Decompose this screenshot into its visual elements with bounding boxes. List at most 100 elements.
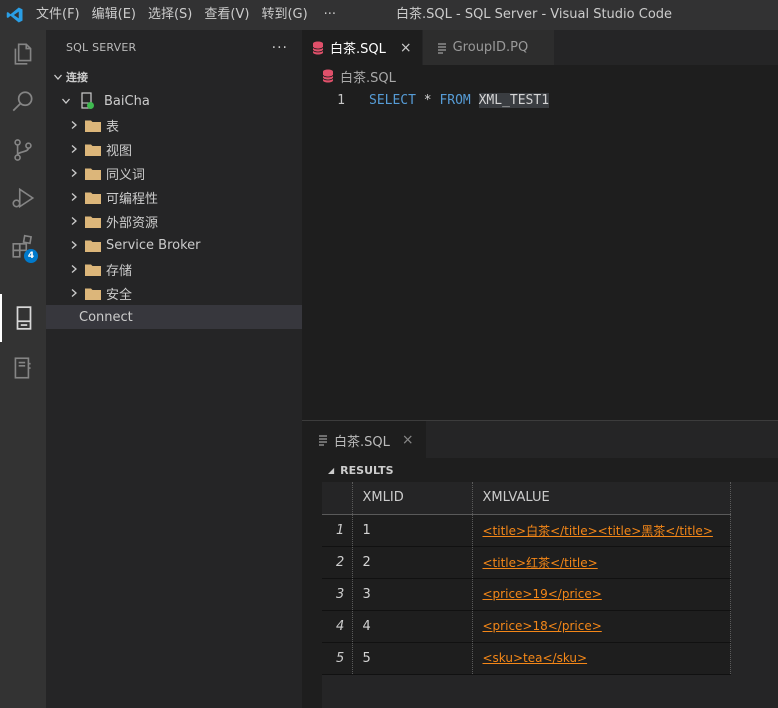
close-results-button[interactable]: ×	[402, 432, 414, 448]
activity-bar: 4	[0, 30, 46, 708]
folder-item[interactable]: 视图	[46, 137, 302, 161]
folder-label: 可编程性	[106, 191, 159, 207]
menu-file[interactable]: 文件(F)	[30, 0, 86, 30]
folder-icon	[85, 264, 101, 276]
collapse-triangle-icon: ◢	[328, 465, 335, 475]
code-line[interactable]: 1 SELECT * FROM XML_TEST1	[302, 89, 778, 111]
run-debug-icon	[12, 187, 35, 209]
sql-server-button[interactable]	[0, 294, 46, 342]
source-control-icon	[14, 139, 32, 161]
folder-list: 表 视图 同义词 可编程性 外部资源 Service Broker 存储 安全	[46, 113, 302, 305]
folder-item[interactable]: 安全	[46, 281, 302, 305]
folder-label: 外部资源	[106, 215, 159, 231]
cell-xmlid[interactable]: 5	[352, 642, 473, 675]
menu-go[interactable]: 转到(G)	[255, 0, 313, 30]
folder-item[interactable]: 同义词	[46, 161, 302, 185]
tab-baicha-sql[interactable]: 白茶.SQL ×	[302, 30, 423, 65]
source-control-button[interactable]	[0, 126, 46, 174]
connect-item[interactable]: Connect	[46, 305, 302, 329]
cell-xmlvalue-link[interactable]: <sku>tea</sku>	[472, 642, 731, 675]
folder-icon	[85, 192, 101, 204]
window-title: 白茶.SQL - SQL Server - Visual Studio Code	[396, 7, 673, 22]
chevron-right-icon	[66, 117, 82, 133]
column-header-xmlvalue[interactable]: XMLVALUE	[472, 482, 731, 515]
table-row: 1 1 <title>白茶</title><title>黑茶</title>	[322, 514, 731, 547]
sidebar-header: SQL SERVER ···	[46, 30, 302, 65]
results-tab-bar: 白茶.SQL ×	[302, 420, 778, 459]
row-number[interactable]: 5	[322, 642, 353, 675]
extensions-button[interactable]: 4	[0, 222, 46, 270]
sidebar-title: SQL SERVER	[66, 41, 137, 54]
connect-label: Connect	[79, 309, 133, 325]
keyword-select: SELECT	[369, 92, 416, 108]
menu-view[interactable]: 查看(V)	[198, 0, 255, 30]
results-grid: XMLID XMLVALUE 1 1 <title>白茶</title><tit…	[322, 482, 731, 675]
results-header[interactable]: ◢ RESULTS	[302, 458, 778, 482]
notebook-icon	[14, 357, 31, 379]
chevron-right-icon	[66, 237, 82, 253]
files-icon	[14, 43, 32, 65]
table-row: 2 2 <title>红茶</title>	[322, 546, 731, 579]
folder-icon	[85, 288, 101, 300]
title-bar: 文件(F) 编辑(E) 选择(S) 查看(V) 转到(G) ··· 白茶.SQL…	[0, 0, 778, 30]
search-button[interactable]	[0, 78, 46, 126]
grid-header-row: XMLID XMLVALUE	[322, 482, 731, 515]
line-number: 1	[337, 92, 345, 108]
cell-xmlid[interactable]: 3	[352, 578, 473, 611]
folder-item[interactable]: Service Broker	[46, 233, 302, 257]
chevron-down-icon	[50, 69, 66, 85]
code-text[interactable]: SELECT * FROM XML_TEST1	[369, 92, 550, 108]
server-name: BaiCha	[104, 93, 150, 109]
cell-xmlvalue-link[interactable]: <title>白茶</title><title>黑茶</title>	[472, 514, 731, 547]
table-row: 3 3 <price>19</price>	[322, 578, 731, 611]
row-number[interactable]: 3	[322, 578, 353, 611]
cell-xmlvalue-link[interactable]: <price>18</price>	[472, 610, 731, 643]
cell-xmlid[interactable]: 1	[352, 514, 473, 547]
menu-more-button[interactable]: ···	[314, 0, 346, 30]
chevron-right-icon	[66, 285, 82, 301]
folder-label: 存储	[106, 263, 133, 279]
results-tab[interactable]: 白茶.SQL ×	[302, 421, 426, 459]
folder-item[interactable]: 存储	[46, 257, 302, 281]
folder-item[interactable]: 可编程性	[46, 185, 302, 209]
row-number[interactable]: 2	[322, 546, 353, 579]
breadcrumb[interactable]: 白茶.SQL	[302, 65, 778, 87]
table-row: 5 5 <sku>tea</sku>	[322, 642, 731, 675]
menu-selection[interactable]: 选择(S)	[142, 0, 198, 30]
tab-groupid-pq[interactable]: GroupID.PQ	[422, 30, 556, 65]
row-number[interactable]: 4	[322, 610, 353, 643]
folder-icon	[85, 168, 101, 180]
folder-icon	[85, 216, 101, 228]
chevron-right-icon	[66, 261, 82, 277]
chevron-down-icon	[58, 93, 74, 109]
row-number[interactable]: 1	[322, 514, 353, 547]
server-node[interactable]: BaiCha	[46, 89, 302, 113]
folder-label: 表	[106, 119, 120, 135]
folder-label: 同义词	[106, 167, 146, 183]
folder-item[interactable]: 表	[46, 113, 302, 137]
menu-edit[interactable]: 编辑(E)	[86, 0, 142, 30]
menu-bar: 文件(F) 编辑(E) 选择(S) 查看(V) 转到(G) ···	[30, 0, 346, 30]
operator-star: *	[423, 92, 432, 108]
column-header-xmlid[interactable]: XMLID	[352, 482, 473, 515]
vscode-logo-icon	[0, 0, 30, 30]
sql-server-sidebar: SQL SERVER ··· 连接 BaiCha 表 视图 同义词 可编程性 外…	[46, 30, 302, 708]
breadcrumb-file: 白茶.SQL	[340, 70, 396, 86]
connections-section[interactable]: 连接	[46, 65, 302, 89]
cell-xmlid[interactable]: 2	[352, 546, 473, 579]
cell-xmlid[interactable]: 4	[352, 610, 473, 643]
run-debug-button[interactable]	[0, 174, 46, 222]
close-tab-button[interactable]: ×	[400, 40, 412, 56]
results-title: RESULTS	[340, 463, 394, 477]
file-lines-icon	[437, 42, 447, 54]
folder-item[interactable]: 外部资源	[46, 209, 302, 233]
notebooks-button[interactable]	[0, 344, 46, 392]
database-icon	[312, 41, 324, 55]
cell-xmlvalue-link[interactable]: <price>19</price>	[472, 578, 731, 611]
chevron-right-icon	[66, 213, 82, 229]
sidebar-more-button[interactable]: ···	[272, 40, 288, 56]
explorer-button[interactable]	[0, 30, 46, 78]
folder-icon	[85, 144, 101, 156]
cell-xmlvalue-link[interactable]: <title>红茶</title>	[472, 546, 731, 579]
results-grid-area: XMLID XMLVALUE 1 1 <title>白茶</title><tit…	[322, 482, 778, 708]
